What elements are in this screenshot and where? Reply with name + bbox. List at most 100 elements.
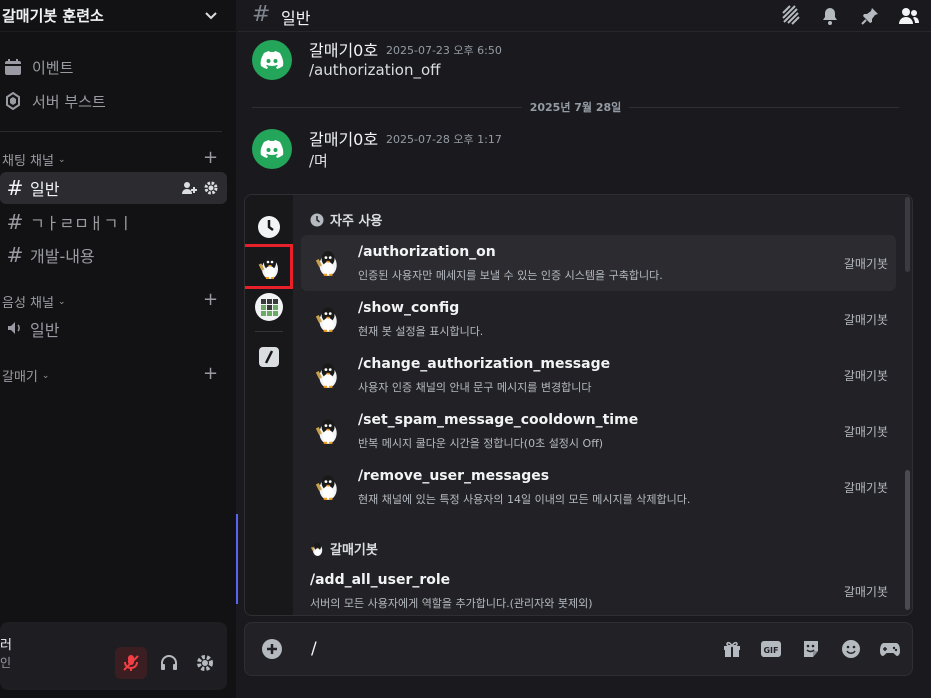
- command-item[interactable]: /remove_user_messages 현재 채널에 있는 특정 사용자의 …: [301, 459, 896, 515]
- command-item[interactable]: /authorization_on 인증된 사용자만 메세지를 보낼 수 있는 …: [301, 235, 896, 291]
- chevron-down-icon: ⌄: [41, 370, 50, 381]
- command-description: 현재 봇 설정을 표시합니다.: [358, 325, 484, 338]
- channel-header: # 일반: [238, 0, 931, 32]
- channel-item-general[interactable]: # 일반: [0, 172, 227, 204]
- avatar[interactable]: [252, 129, 292, 169]
- command-item[interactable]: /set_spam_message_cooldown_time 반복 메시지 쿨…: [301, 403, 896, 459]
- builtin-commands-button[interactable]: [255, 343, 283, 371]
- date-divider: 2025년 7월 28일: [252, 100, 900, 114]
- sidebar-item-label: 이벤트: [32, 58, 74, 77]
- discord-app: 갈매기봇 훈련소 이벤트 서버 부스트 채팅 채널 ⌄ + # 일반 # ㄱㅏㄹ…: [0, 0, 931, 698]
- add-channel-icon[interactable]: +: [203, 363, 218, 384]
- text-channel-icon: #: [6, 210, 24, 234]
- message-input[interactable]: /: [311, 639, 317, 659]
- penguin-bot-icon: [310, 541, 324, 557]
- message-text: /authorization_off: [309, 61, 441, 79]
- rail-scrollbar[interactable]: [905, 197, 910, 272]
- text-channel-icon: #: [6, 176, 24, 200]
- message-author[interactable]: 갈매기0호: [309, 37, 378, 61]
- penguin-bot-icon: [313, 305, 341, 333]
- text-channel-icon: #: [252, 2, 271, 27]
- category-voice-channels[interactable]: 음성 채널 ⌄: [2, 292, 66, 311]
- command-description: 사용자 인증 채널의 안내 문구 메시지를 변경합니다: [358, 381, 592, 394]
- channel-title: 일반: [281, 9, 311, 28]
- deafen-button[interactable]: [153, 647, 185, 679]
- add-channel-icon[interactable]: +: [203, 289, 218, 310]
- command-bot-name: 갈매기봇: [843, 425, 888, 439]
- command-description: 반복 메시지 쿨다운 시간을 정합니다(0초 설정시 Off): [358, 437, 604, 450]
- channel-label: ㄱㅏㄹㅁㅐㄱㅣ: [30, 214, 134, 233]
- penguin-bot-icon: [313, 361, 341, 389]
- category-label: 채팅 채널: [2, 154, 54, 169]
- channel-sidebar: 갈매기봇 훈련소 이벤트 서버 부스트 채팅 채널 ⌄ + # 일반 # ㄱㅏㄹ…: [0, 0, 236, 698]
- headphones-icon: [161, 655, 177, 670]
- category-text-channels[interactable]: 채팅 채널 ⌄: [2, 150, 66, 169]
- command-bot-name: 갈매기봇: [843, 313, 888, 327]
- channel-item-dev[interactable]: # 개발-내용: [0, 239, 227, 271]
- command-list-scrollbar[interactable]: [905, 470, 910, 610]
- invite-user-icon[interactable]: [181, 180, 197, 200]
- user-settings-button[interactable]: [189, 647, 221, 679]
- message-author[interactable]: 갈매기0호: [309, 126, 378, 150]
- category-label: 갈매기: [2, 370, 38, 385]
- channel-label: 일반: [30, 180, 60, 199]
- command-name: /add_all_user_role: [310, 572, 451, 588]
- category-seagull[interactable]: 갈매기 ⌄: [2, 366, 49, 385]
- section-header-frequent: 자주 사용: [310, 210, 382, 229]
- command-description: 현재 채널에 있는 특정 사용자의 14일 이내의 모든 메시지를 삭제합니다.: [358, 493, 691, 506]
- channel-label: 일반: [30, 321, 60, 340]
- voice-channel-general[interactable]: 일반: [0, 313, 227, 345]
- add-channel-icon[interactable]: +: [203, 147, 218, 168]
- rail-divider: [255, 331, 283, 332]
- grid-game-icon: [255, 293, 283, 321]
- divider: [0, 131, 222, 132]
- gear-icon[interactable]: [203, 180, 219, 200]
- add-attachment-icon[interactable]: [261, 638, 283, 660]
- gear-icon: [197, 655, 213, 671]
- frequent-commands-button[interactable]: [255, 213, 283, 241]
- command-item[interactable]: /change_authorization_message 사용자 인증 채널의…: [301, 347, 896, 403]
- sidebar-item-events[interactable]: 이벤트: [2, 52, 73, 82]
- command-bot-name: 갈매기봇: [843, 585, 888, 599]
- emoji-icon[interactable]: [839, 638, 863, 660]
- chevron-down-icon: ⌄: [57, 154, 66, 165]
- command-description: 서버의 모든 사용자에게 역할을 추가합니다.(관리자와 봇제외): [310, 597, 593, 610]
- speaker-icon: [4, 317, 26, 341]
- sidebar-item-label: 서버 부스트: [32, 92, 106, 111]
- user-name[interactable]: 러: [0, 634, 12, 653]
- section-header-bot: 갈매기봇: [310, 539, 378, 558]
- threads-icon[interactable]: [780, 5, 802, 27]
- command-bot-name: 갈매기봇: [843, 481, 888, 495]
- channel-item-seagull[interactable]: # ㄱㅏㄹㅁㅐㄱㅣ: [0, 206, 227, 238]
- command-source-rail: [245, 195, 293, 615]
- command-item[interactable]: /add_all_user_role 서버의 모든 사용자에게 역할을 추가합니…: [301, 563, 896, 615]
- chevron-down-icon: ⌄: [57, 296, 66, 307]
- channel-label: 개발-내용: [30, 247, 95, 266]
- slash-command-icon: [259, 347, 279, 367]
- penguin-bot-icon: [313, 473, 341, 501]
- gif-icon[interactable]: GIF: [759, 638, 783, 660]
- pin-icon[interactable]: [859, 5, 881, 27]
- mute-microphone-button[interactable]: [115, 647, 147, 679]
- section-title: 갈매기봇: [330, 543, 378, 558]
- user-status: 인: [0, 656, 12, 670]
- selection-highlight-box: [245, 244, 293, 289]
- server-header[interactable]: 갈매기봇 훈련소: [0, 0, 236, 32]
- member-list-icon[interactable]: [898, 5, 920, 27]
- game-controller-icon[interactable]: [878, 638, 902, 660]
- bell-icon[interactable]: [819, 5, 841, 27]
- command-name: /authorization_on: [358, 244, 496, 260]
- command-item[interactable]: /show_config 현재 봇 설정을 표시합니다. 갈매기봇: [301, 291, 896, 347]
- command-name: /remove_user_messages: [358, 468, 550, 484]
- command-list: 자주 사용 /authorization_on 인증된 사용자만 메세지를 보낼…: [293, 195, 912, 615]
- avatar[interactable]: [252, 40, 292, 80]
- command-description: 인증된 사용자만 메세지를 보낼 수 있는 인증 시스템을 구축합니다.: [358, 269, 663, 282]
- date-divider-label: 2025년 7월 28일: [529, 101, 622, 114]
- clock-icon: [310, 213, 324, 227]
- discord-logo-icon: [260, 140, 284, 158]
- bot-grid-button[interactable]: [255, 293, 283, 321]
- sticker-icon[interactable]: [799, 638, 823, 660]
- sidebar-item-server-boost[interactable]: 서버 부스트: [2, 86, 106, 116]
- boost-icon: [2, 92, 24, 110]
- gift-icon[interactable]: [720, 638, 744, 660]
